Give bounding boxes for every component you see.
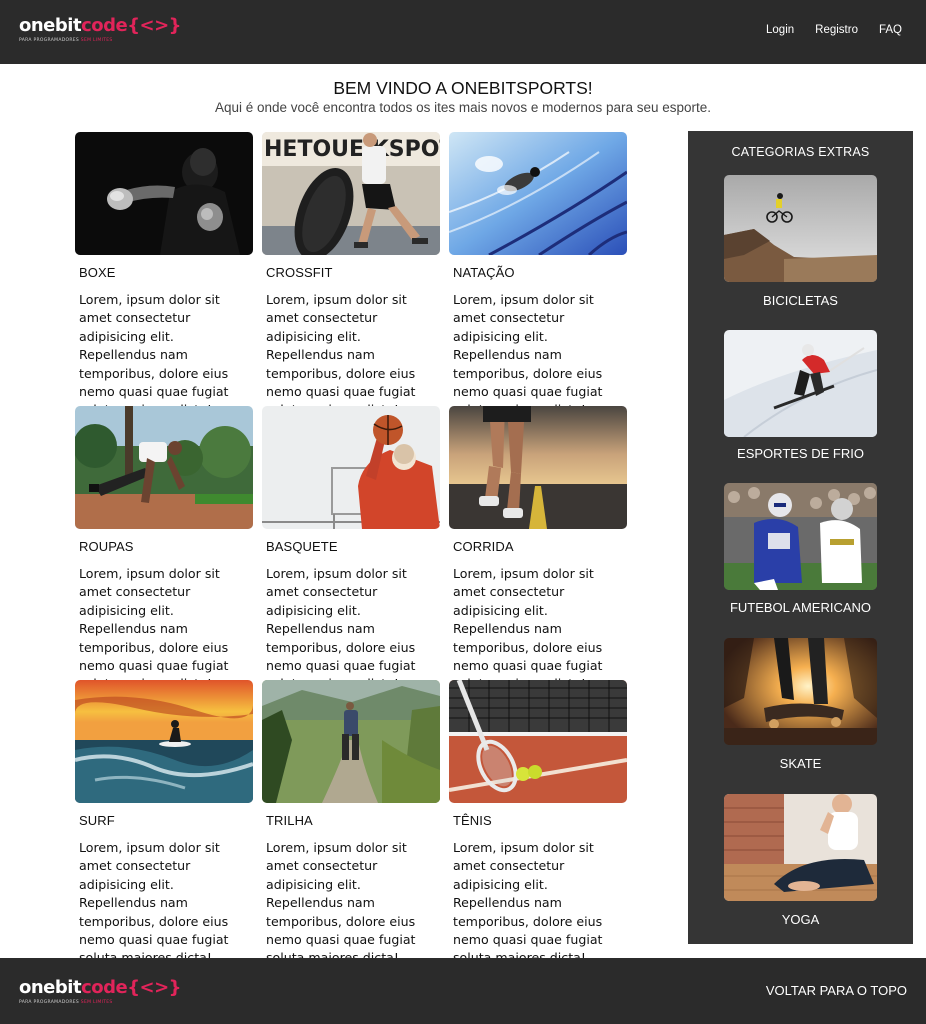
- page-title: BEM VINDO A ONEBITSPORTS!: [333, 78, 593, 98]
- card-title: TÊNIS: [453, 813, 492, 828]
- card-title: BOXE: [79, 265, 116, 280]
- card-description: Lorem, ipsum dolor sit amet consectetur …: [453, 292, 603, 417]
- main-nav: Login Registro FAQ: [745, 24, 902, 36]
- page-subtitle: Aqui é onde você encontra todos os ites …: [214, 100, 712, 115]
- yoga-photo[interactable]: [724, 794, 877, 901]
- card-title: TRILHA: [266, 813, 313, 828]
- logo-text-white: onebit: [19, 15, 82, 36]
- nav-register-link[interactable]: Registro: [815, 24, 858, 36]
- site-footer: onebitcode{<>} PARA PROGRAMADORES SEM LI…: [0, 958, 926, 1024]
- logo-wordmark: onebitcode{<>}: [19, 16, 181, 36]
- card-description: Lorem, ipsum dolor sit amet consectetur …: [453, 566, 603, 691]
- sport-card-tenis[interactable]: TÊNIS Lorem, ipsum dolor sit amet consec…: [449, 680, 627, 968]
- svg-text:HETOUE KSPOT: HETOUE KSPOT: [264, 137, 440, 162]
- sport-card-surf[interactable]: SURF Lorem, ipsum dolor sit amet consect…: [75, 680, 253, 968]
- card-description: Lorem, ipsum dolor sit amet consectetur …: [79, 840, 229, 965]
- sidebar-item-yoga[interactable]: YOGA: [724, 794, 877, 927]
- logo-braces: {<>}: [127, 15, 181, 36]
- logo-text-white: onebit: [19, 977, 82, 998]
- extra-categories-sidebar: CATEGORIAS EXTRAS BICICLETAS ESPORTES DE…: [688, 131, 913, 944]
- footer-logo[interactable]: onebitcode{<>} PARA PROGRAMADORES SEM LI…: [19, 978, 181, 1010]
- logo-braces: {<>}: [127, 977, 181, 998]
- sidebar-item-label: YOGA: [781, 912, 820, 927]
- surf-photo[interactable]: [75, 680, 253, 803]
- sidebar-item-label: SKATE: [779, 756, 822, 771]
- top-navbar: onebitcode{<>} PARA PROGRAMADORES SEM LI…: [0, 0, 926, 64]
- sport-card-basquete[interactable]: BASQUETE Lorem, ipsum dolor sit amet con…: [262, 406, 440, 694]
- sport-card-trilha[interactable]: TRILHA Lorem, ipsum dolor sit amet conse…: [262, 680, 440, 968]
- logo-tagline-text: PARA PROGRAMADORES: [19, 1000, 80, 1005]
- sport-card-natacao[interactable]: NATAÇÃO Lorem, ipsum dolor sit amet cons…: [449, 132, 627, 420]
- nav-login-link[interactable]: Login: [766, 24, 794, 36]
- logo-tagline: PARA PROGRAMADORES SEM LIMITES: [19, 38, 181, 44]
- skate-photo[interactable]: [724, 638, 877, 745]
- workout-photo[interactable]: [75, 406, 253, 529]
- logo-tagline-accent: SEM LIMITES: [80, 38, 113, 43]
- sidebar-item-label: BICICLETAS: [763, 293, 838, 308]
- football-photo[interactable]: [724, 483, 877, 590]
- running-photo[interactable]: [449, 406, 627, 529]
- card-description: Lorem, ipsum dolor sit amet consectetur …: [453, 840, 603, 965]
- sport-card-roupas[interactable]: ROUPAS Lorem, ipsum dolor sit amet conse…: [75, 406, 253, 694]
- card-description: Lorem, ipsum dolor sit amet consectetur …: [266, 566, 416, 691]
- card-title: ROUPAS: [79, 539, 134, 554]
- ski-photo[interactable]: [724, 330, 877, 437]
- back-to-top-link[interactable]: VOLTAR PARA O TOPO: [766, 983, 907, 998]
- card-title: CORRIDA: [453, 539, 514, 554]
- logo-text-red: code: [81, 15, 128, 36]
- card-title: NATAÇÃO: [453, 265, 515, 280]
- sidebar-item-label: ESPORTES DE FRIO: [737, 446, 864, 461]
- card-description: Lorem, ipsum dolor sit amet consectetur …: [266, 292, 416, 417]
- card-title: BASQUETE: [266, 539, 338, 554]
- nav-faq-link[interactable]: FAQ: [879, 24, 902, 36]
- logo-text-red: code: [81, 977, 128, 998]
- sidebar-title: CATEGORIAS EXTRAS: [731, 145, 870, 159]
- card-title: SURF: [79, 813, 115, 828]
- card-description: Lorem, ipsum dolor sit amet consectetur …: [79, 566, 229, 691]
- sidebar-item-skate[interactable]: SKATE: [724, 638, 877, 771]
- sport-card-crossfit[interactable]: HETOUE KSPOT CROSSFIT Lorem, ipsum dolor…: [262, 132, 440, 420]
- card-title: CROSSFIT: [266, 265, 333, 280]
- tennis-photo[interactable]: [449, 680, 627, 803]
- sidebar-item-esportes-de-frio[interactable]: ESPORTES DE FRIO: [724, 330, 877, 461]
- bicycle-photo[interactable]: [724, 175, 877, 282]
- card-description: Lorem, ipsum dolor sit amet consectetur …: [79, 292, 229, 417]
- sidebar-item-label: FUTEBOL AMERICANO: [729, 600, 872, 615]
- card-description: Lorem, ipsum dolor sit amet consectetur …: [266, 840, 416, 965]
- swimming-photo[interactable]: [449, 132, 627, 255]
- basketball-photo[interactable]: [262, 406, 440, 529]
- logo-tagline-accent: SEM LIMITES: [80, 1000, 113, 1005]
- logo-wordmark: onebitcode{<>}: [19, 978, 181, 998]
- logo-tagline: PARA PROGRAMADORES SEM LIMITES: [19, 1000, 181, 1006]
- sport-card-corrida[interactable]: CORRIDA Lorem, ipsum dolor sit amet cons…: [449, 406, 627, 694]
- sport-card-boxe[interactable]: BOXE Lorem, ipsum dolor sit amet consect…: [75, 132, 253, 420]
- boxing-photo[interactable]: [75, 132, 253, 255]
- logo-tagline-text: PARA PROGRAMADORES: [19, 38, 80, 43]
- hiking-photo[interactable]: [262, 680, 440, 803]
- brand-logo[interactable]: onebitcode{<>} PARA PROGRAMADORES SEM LI…: [19, 16, 181, 48]
- sidebar-item-bicicletas[interactable]: BICICLETAS: [724, 175, 877, 308]
- crossfit-photo[interactable]: HETOUE KSPOT: [262, 132, 440, 255]
- sidebar-item-futebol-americano[interactable]: FUTEBOL AMERICANO: [724, 483, 877, 615]
